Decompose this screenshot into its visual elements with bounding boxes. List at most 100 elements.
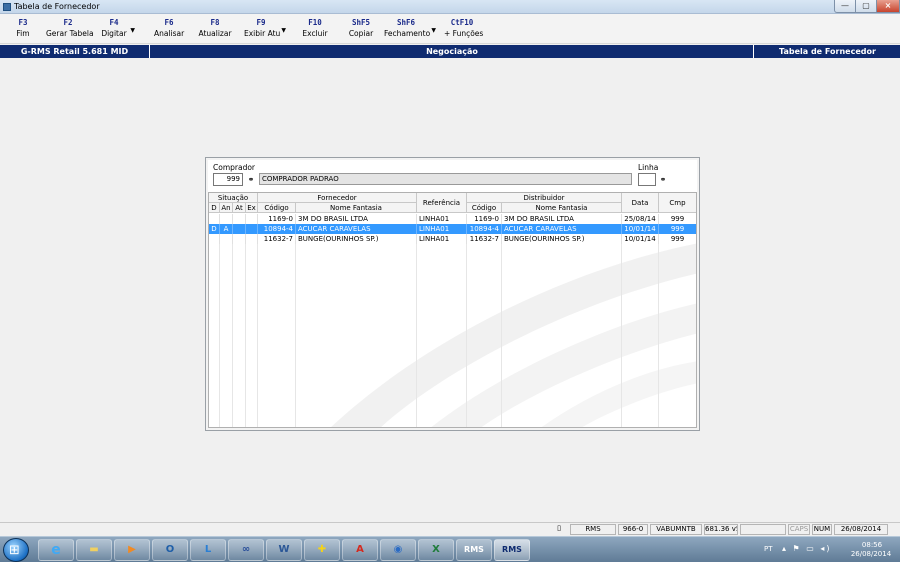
language-indicator[interactable]: PT bbox=[764, 545, 773, 553]
status-module: RMS bbox=[570, 524, 616, 535]
data-cell: 25/08/14 bbox=[622, 214, 659, 224]
referencia-header[interactable]: Referência bbox=[417, 193, 467, 213]
toolbar-atualizar-button[interactable]: F8 Atualizar bbox=[198, 17, 232, 40]
status-version: 681.36 v5 bbox=[704, 524, 738, 535]
distribuidor-codigo-header[interactable]: Código bbox=[467, 203, 502, 213]
acrobat-icon[interactable]: A bbox=[342, 539, 378, 561]
toolbar-fim-button[interactable]: F3 Fim bbox=[12, 17, 34, 40]
distribuidor-codigo-cell: 1169-0 bbox=[467, 214, 502, 224]
toolbar-digitar-button[interactable]: F4 Digitar ▼ bbox=[101, 17, 135, 40]
rms-icon[interactable]: RMS bbox=[494, 539, 530, 561]
comprador-name-field: COMPRADOR PADRAO bbox=[259, 173, 632, 185]
infinity-icon[interactable]: ∞ bbox=[228, 539, 264, 561]
toolbar-label: + Funções bbox=[444, 29, 484, 38]
excel-icon[interactable]: X bbox=[418, 539, 454, 561]
status-code: 966-0 bbox=[618, 524, 648, 535]
fornecedor-codigo-header[interactable]: Código bbox=[258, 203, 296, 213]
at-cell bbox=[233, 214, 246, 224]
app-icon bbox=[3, 3, 11, 11]
comprador-label: Comprador bbox=[213, 163, 256, 172]
toolbar-copiar-button[interactable]: ShF5 Copiar bbox=[348, 17, 374, 40]
fornecedor-nome-cell: 3M DO BRASIL LTDA bbox=[296, 214, 417, 224]
distribuidor-codigo-cell: 10894-4 bbox=[467, 224, 502, 234]
word-icon[interactable]: W bbox=[266, 539, 302, 561]
app-version-label: G-RMS Retail 5.681 MID bbox=[0, 45, 150, 58]
ex-header[interactable]: Ex bbox=[246, 203, 258, 213]
ex-cell bbox=[246, 234, 258, 244]
supplier-table-panel: Comprador 999 ⚭ COMPRADOR PADRAO Linha ⚭… bbox=[205, 157, 700, 431]
data-header[interactable]: Data bbox=[622, 193, 659, 213]
fornecedor-group-header: Fornecedor bbox=[258, 193, 417, 203]
table-row-selected[interactable]: D A 10894-4 ACUCAR CARAVELAS LINHA01 108… bbox=[209, 224, 696, 234]
media-player-icon[interactable]: ▶ bbox=[114, 539, 150, 561]
rms-icon[interactable]: RMS bbox=[456, 539, 492, 561]
status-user: VABUMNTB bbox=[650, 524, 702, 535]
data-cell: 10/01/14 bbox=[622, 234, 659, 244]
toolbar-label: Fechamento bbox=[384, 29, 431, 38]
at-header[interactable]: At bbox=[233, 203, 246, 213]
supplier-grid[interactable]: Situação Fornecedor Referência Distribui… bbox=[208, 192, 697, 428]
binoculars-search-icon[interactable]: ⚭ bbox=[656, 173, 670, 186]
binoculars-search-icon[interactable]: ⚭ bbox=[244, 173, 258, 186]
outlook-icon[interactable]: O bbox=[152, 539, 188, 561]
table-row[interactable]: 1169-0 3M DO BRASIL LTDA LINHA01 1169-0 … bbox=[209, 214, 696, 224]
distribuidor-nome-header[interactable]: Nome Fantasia bbox=[502, 203, 622, 213]
cmp-header[interactable]: Cmp bbox=[659, 193, 696, 213]
ie-icon[interactable]: e bbox=[38, 539, 74, 561]
toolbar-fechamento-button[interactable]: ShF6 Fechamento ▼ bbox=[384, 17, 436, 40]
toolbar-analisar-button[interactable]: F6 Analisar bbox=[154, 17, 184, 40]
function-key: ShF5 bbox=[351, 18, 371, 27]
window-title: Tabela de Fornecedor bbox=[14, 2, 100, 11]
dropdown-arrow-icon[interactable]: ▼ bbox=[281, 27, 286, 34]
start-button[interactable]: ⊞ bbox=[3, 538, 29, 562]
toolbar-label: Copiar bbox=[348, 29, 374, 38]
d-cell: D bbox=[209, 224, 220, 234]
cmp-cell: 999 bbox=[659, 224, 696, 234]
referencia-cell: LINHA01 bbox=[417, 224, 467, 234]
table-row[interactable]: 11632-7 BUNGE(OURINHOS SP.) LINHA01 1163… bbox=[209, 234, 696, 244]
an-cell: A bbox=[220, 224, 233, 234]
screen-title: Tabela de Fornecedor bbox=[779, 47, 876, 56]
watermark-swoosh-icon bbox=[331, 243, 696, 427]
close-button[interactable]: × bbox=[876, 0, 900, 13]
toolbar-label: Analisar bbox=[154, 29, 185, 38]
toolbar-exibir-atu-button[interactable]: F9 Exibir Atu ▼ bbox=[244, 17, 286, 40]
maximize-button[interactable]: ▢ bbox=[855, 0, 877, 13]
an-cell bbox=[220, 214, 233, 224]
toolbar-mais-funcoes-button[interactable]: CtF10 + Funções bbox=[444, 17, 484, 40]
cmp-cell: 999 bbox=[659, 234, 696, 244]
function-key: CtF10 bbox=[450, 18, 474, 27]
function-key: F10 bbox=[308, 18, 322, 27]
status-caps: CAPS bbox=[788, 524, 810, 535]
dropdown-arrow-icon[interactable]: ▼ bbox=[130, 27, 135, 34]
function-key: ShF6 bbox=[396, 18, 416, 27]
fornecedor-nome-cell: ACUCAR CARAVELAS bbox=[296, 224, 417, 234]
network-icon[interactable]: ◉ bbox=[380, 539, 416, 561]
fornecedor-nome-header[interactable]: Nome Fantasia bbox=[296, 203, 417, 213]
fornecedor-codigo-cell: 10894-4 bbox=[258, 224, 296, 234]
an-header[interactable]: An bbox=[220, 203, 233, 213]
lync-icon[interactable]: L bbox=[190, 539, 226, 561]
linha-input[interactable] bbox=[638, 173, 656, 186]
clock-time[interactable]: 08:56 bbox=[852, 541, 892, 550]
toolbar-label: Fim bbox=[16, 29, 30, 38]
d-cell bbox=[209, 214, 220, 224]
function-key-toolbar: F3 Fim F2 Gerar Tabela F4 Digitar ▼ F6 A… bbox=[0, 14, 900, 44]
comprador-code-input[interactable]: 999 bbox=[213, 173, 243, 186]
status-blank bbox=[740, 524, 786, 535]
toolbar-excluir-button[interactable]: F10 Excluir bbox=[302, 17, 328, 40]
toolbar-gerar-tabela-button[interactable]: F2 Gerar Tabela bbox=[46, 17, 94, 40]
minimize-button[interactable]: — bbox=[834, 0, 856, 13]
clock-date[interactable]: 26/08/2014 bbox=[845, 550, 897, 559]
window-titlebar: Tabela de Fornecedor — ▢ × bbox=[0, 0, 900, 14]
dropdown-arrow-icon[interactable]: ▼ bbox=[431, 27, 436, 34]
medical-icon[interactable]: ✚ bbox=[304, 539, 340, 561]
explorer-icon[interactable]: ▬ bbox=[76, 539, 112, 561]
tray-icons[interactable]: ▴ ⚑ ▭ ◂) bbox=[782, 544, 832, 553]
function-key: F9 bbox=[256, 18, 266, 27]
distribuidor-codigo-cell: 11632-7 bbox=[467, 234, 502, 244]
d-header[interactable]: D bbox=[209, 203, 220, 213]
function-key: F2 bbox=[63, 18, 73, 27]
function-key: F8 bbox=[210, 18, 220, 27]
status-bar: ▯ RMS 966-0 VABUMNTB 681.36 v5 CAPS NUM … bbox=[0, 522, 900, 535]
